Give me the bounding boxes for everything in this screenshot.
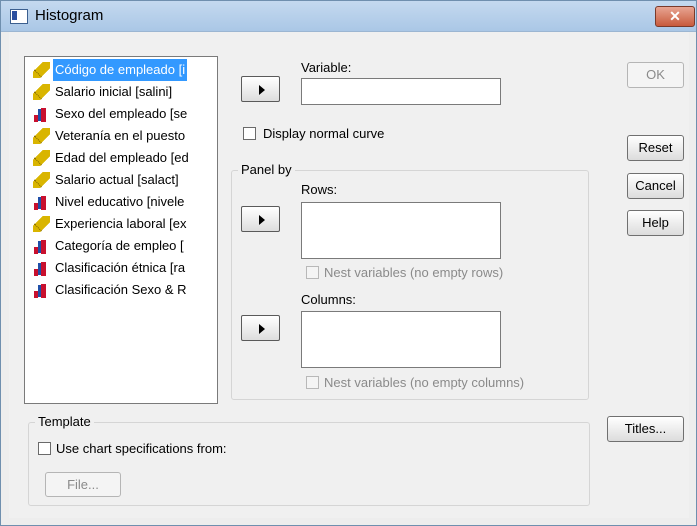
histogram-dialog: Histogram ✕ Código de empleado [i Salari… bbox=[0, 0, 697, 526]
use-chart-specifications-checkbox[interactable] bbox=[38, 442, 51, 455]
list-item[interactable]: Categoría de empleo [ bbox=[27, 235, 213, 257]
move-to-rows-button[interactable] bbox=[241, 206, 280, 232]
title-bar[interactable]: Histogram ✕ bbox=[1, 1, 696, 32]
bars-icon bbox=[33, 282, 50, 298]
dialog-body: Código de empleado [i Salario inicial [s… bbox=[9, 32, 689, 518]
template-title: Template bbox=[35, 414, 94, 429]
bars-icon bbox=[33, 194, 50, 210]
columns-field[interactable] bbox=[301, 311, 501, 368]
list-item[interactable]: Experiencia laboral [ex bbox=[27, 213, 213, 235]
move-to-variable-button[interactable] bbox=[241, 76, 280, 102]
nest-rows-label: Nest variables (no empty rows) bbox=[324, 265, 504, 280]
ruler-icon bbox=[33, 84, 50, 100]
ruler-icon bbox=[33, 128, 50, 144]
use-chart-specifications-label: Use chart specifications from: bbox=[56, 441, 227, 456]
list-item-label: Código de empleado [i bbox=[53, 59, 188, 81]
ruler-icon bbox=[33, 216, 50, 232]
move-to-columns-button[interactable] bbox=[241, 315, 280, 341]
list-item-label: Sexo del empleado [se bbox=[55, 106, 188, 121]
help-button[interactable]: Help bbox=[627, 210, 684, 236]
bars-icon bbox=[33, 238, 50, 254]
bars-icon bbox=[33, 260, 50, 276]
list-item[interactable]: Salario inicial [salini] bbox=[27, 81, 213, 103]
list-item-label: Experiencia laboral [ex bbox=[55, 216, 187, 231]
ok-button[interactable]: OK bbox=[627, 62, 684, 88]
list-item-label: Clasificación étnica [ra bbox=[55, 260, 186, 275]
list-item-label: Edad del empleado [ed bbox=[55, 150, 189, 165]
ruler-icon bbox=[33, 150, 50, 166]
cancel-button[interactable]: Cancel bbox=[627, 173, 684, 199]
close-button[interactable]: ✕ bbox=[655, 6, 695, 27]
ruler-icon bbox=[33, 62, 50, 78]
list-item[interactable]: Clasificación étnica [ra bbox=[27, 257, 213, 279]
list-item-label: Salario inicial [salini] bbox=[55, 84, 173, 99]
list-item[interactable]: Sexo del empleado [se bbox=[27, 103, 213, 125]
list-item-label: Nivel educativo [nivele bbox=[55, 194, 185, 209]
variable-field[interactable] bbox=[301, 78, 501, 105]
file-button[interactable]: File... bbox=[45, 472, 121, 497]
list-item[interactable]: Clasificación Sexo & R bbox=[27, 279, 213, 301]
app-window-icon bbox=[10, 9, 28, 24]
nest-columns-checkbox[interactable] bbox=[306, 376, 319, 389]
display-normal-curve-checkbox[interactable] bbox=[243, 127, 256, 140]
list-item[interactable]: Nivel educativo [nivele bbox=[27, 191, 213, 213]
rows-field[interactable] bbox=[301, 202, 501, 259]
rows-label: Rows: bbox=[301, 182, 338, 197]
list-item[interactable]: Edad del empleado [ed bbox=[27, 147, 213, 169]
list-item-label: Salario actual [salact] bbox=[55, 172, 179, 187]
list-item[interactable]: Salario actual [salact] bbox=[27, 169, 213, 191]
panel-by-title: Panel by bbox=[238, 162, 295, 177]
list-item[interactable]: Veteranía en el puesto bbox=[27, 125, 213, 147]
list-item-label: Categoría de empleo [ bbox=[55, 238, 184, 253]
ruler-icon bbox=[33, 172, 50, 188]
columns-label: Columns: bbox=[301, 292, 356, 307]
variable-label: Variable: bbox=[301, 60, 352, 75]
window-title: Histogram bbox=[35, 7, 104, 24]
reset-button[interactable]: Reset bbox=[627, 135, 684, 161]
nest-columns-label: Nest variables (no empty columns) bbox=[324, 375, 525, 390]
nest-rows-checkbox[interactable] bbox=[306, 266, 319, 279]
titles-button[interactable]: Titles... bbox=[607, 416, 684, 442]
bars-icon bbox=[33, 106, 50, 122]
display-normal-curve-label: Display normal curve bbox=[263, 126, 385, 141]
list-item-label: Veteranía en el puesto bbox=[55, 128, 186, 143]
list-item[interactable]: Código de empleado [i bbox=[27, 59, 213, 81]
list-item-label: Clasificación Sexo & R bbox=[55, 282, 187, 297]
variable-list[interactable]: Código de empleado [i Salario inicial [s… bbox=[24, 56, 218, 404]
